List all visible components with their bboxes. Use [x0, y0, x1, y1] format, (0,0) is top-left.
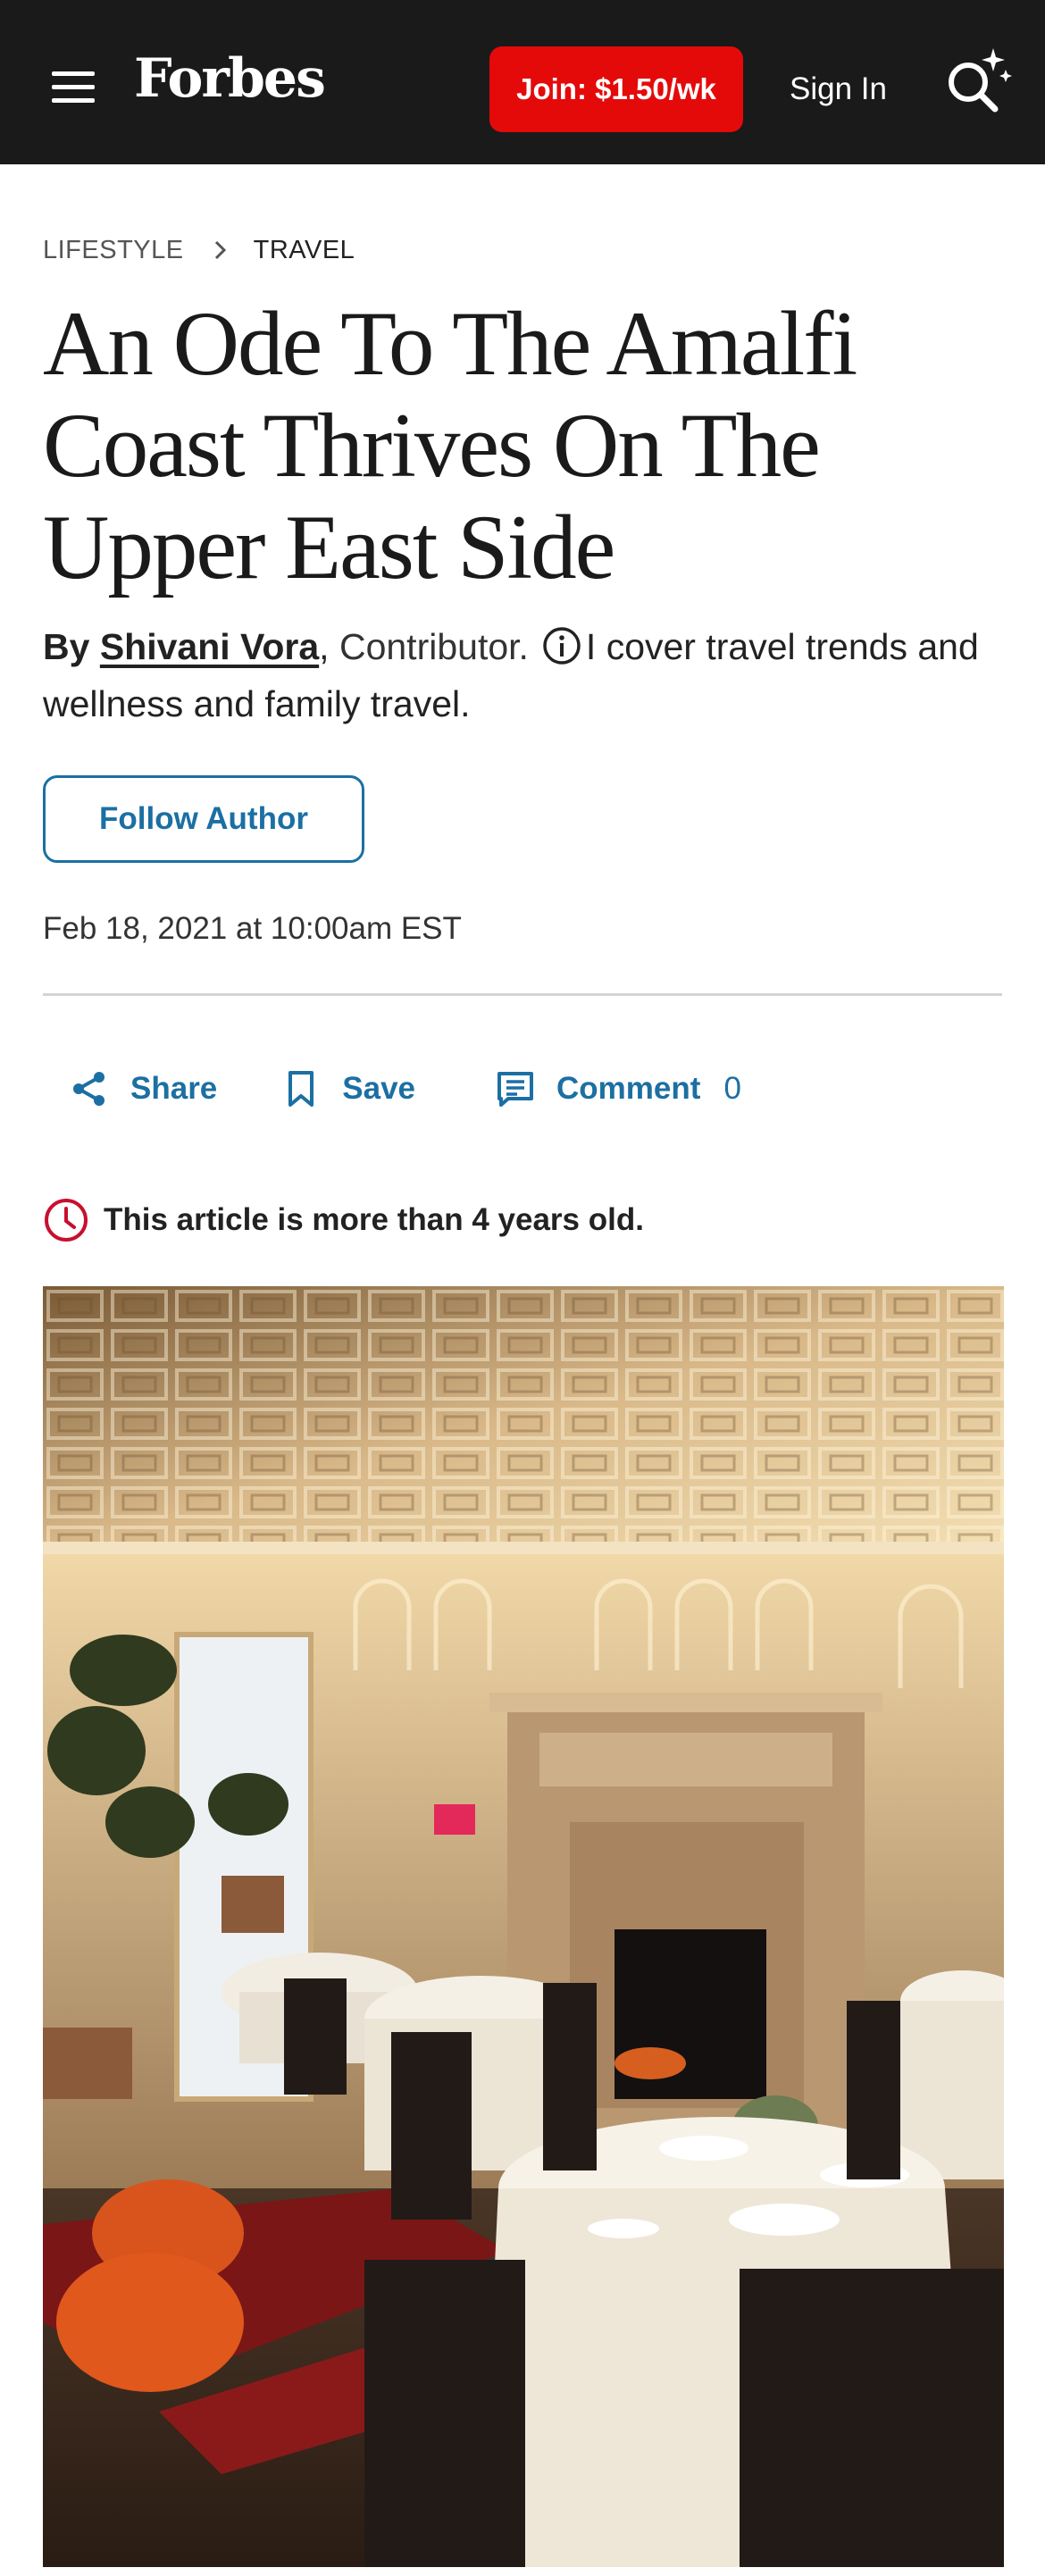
byline-comma: , — [319, 626, 330, 667]
sign-in-link[interactable]: Sign In — [790, 70, 887, 109]
bookmark-icon — [288, 1071, 314, 1107]
comment-count: 0 — [723, 1071, 741, 1106]
article-age-notice: This article is more than 4 years old. — [43, 1197, 644, 1243]
follow-author-button[interactable]: Follow Author — [43, 775, 364, 863]
hamburger-menu-icon[interactable] — [52, 71, 95, 104]
save-label: Save — [342, 1071, 416, 1106]
search-sparkle-icon[interactable] — [941, 43, 1013, 118]
breadcrumb-lifestyle[interactable]: LIFESTYLE — [43, 236, 184, 265]
restaurant-dining-room-photo — [43, 1286, 1004, 2567]
share-label: Share — [130, 1071, 218, 1106]
article-actions: Share Save Comment 0 — [70, 1065, 741, 1113]
author-role: Contributor. — [339, 626, 529, 667]
info-icon[interactable] — [541, 625, 582, 666]
byline: By Shivani Vora, Contributor. I cover tr… — [43, 618, 1007, 732]
chevron-right-icon — [214, 240, 226, 260]
publish-date: Feb 18, 2021 at 10:00am EST — [43, 911, 462, 946]
comment-label: Comment — [556, 1071, 701, 1106]
breadcrumb-travel[interactable]: TRAVEL — [254, 236, 355, 265]
byline-prefix: By — [43, 626, 90, 667]
join-subscription-button[interactable]: Join: $1.50/wk — [489, 46, 743, 132]
author-name-link[interactable]: Shivani Vora — [100, 626, 319, 667]
comment-icon — [497, 1072, 534, 1107]
article-headline: An Ode To The Amalfi Coast Thrives On Th… — [43, 293, 857, 598]
forbes-logo[interactable]: Forbes — [134, 52, 326, 105]
share-icon — [73, 1072, 104, 1106]
divider — [43, 993, 1002, 996]
clock-icon — [45, 1199, 88, 1242]
comment-button[interactable]: Comment 0 — [496, 1069, 741, 1108]
save-button[interactable]: Save — [281, 1069, 415, 1108]
share-button[interactable]: Share — [70, 1069, 217, 1108]
top-navigation-bar: Forbes Join: $1.50/wk Sign In — [0, 0, 1045, 164]
age-notice-text: This article is more than 4 years old. — [104, 1202, 644, 1237]
breadcrumb: LIFESTYLE TRAVEL — [43, 234, 355, 266]
